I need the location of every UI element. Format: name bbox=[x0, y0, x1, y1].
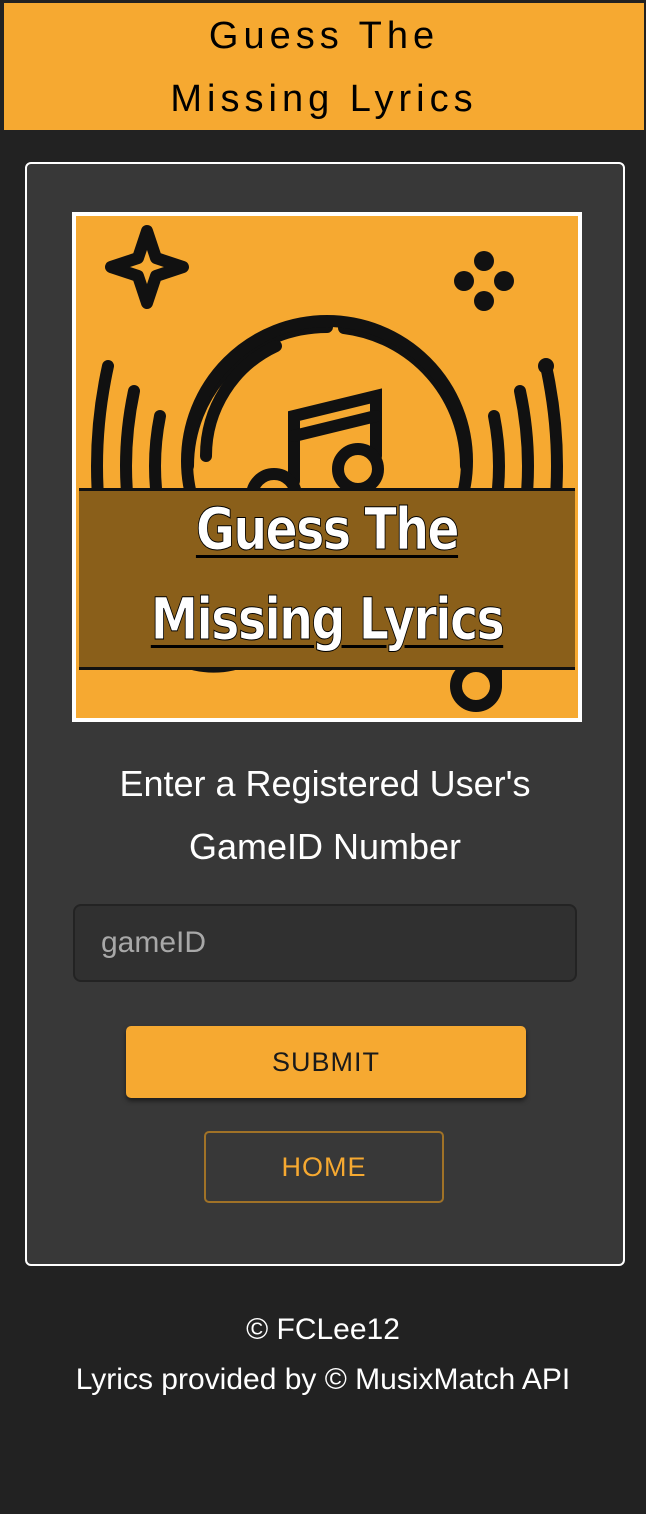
header-title-line1: Guess The bbox=[208, 15, 440, 57]
prompt-line1: Enter a Registered User's bbox=[119, 763, 531, 804]
submit-button[interactable]: SUBMIT bbox=[126, 1026, 526, 1098]
home-button[interactable]: HOME bbox=[204, 1131, 444, 1203]
logo-title-line1: Guess The bbox=[195, 495, 461, 564]
header-title-line2: Missing Lyrics bbox=[170, 78, 478, 120]
gameid-prompt: Enter a Registered User's GameID Number bbox=[27, 752, 623, 878]
gameid-card: Guess The Missing Lyrics Enter a Registe… bbox=[25, 162, 625, 1266]
logo-title: Guess The Missing Lyrics bbox=[121, 484, 533, 664]
logo-title-line2: Missing Lyrics bbox=[150, 585, 505, 654]
prompt-line2: GameID Number bbox=[188, 826, 462, 867]
footer-credit: Lyrics provided by © MusixMatch API bbox=[75, 1363, 571, 1396]
game-logo: Guess The Missing Lyrics bbox=[72, 212, 582, 722]
page-footer: © FCLee12 Lyrics provided by © MusixMatc… bbox=[0, 1305, 646, 1405]
app-header: Guess The Missing Lyrics bbox=[4, 3, 644, 130]
footer-copyright: © FCLee12 bbox=[246, 1313, 400, 1346]
gameid-input[interactable] bbox=[73, 904, 577, 982]
